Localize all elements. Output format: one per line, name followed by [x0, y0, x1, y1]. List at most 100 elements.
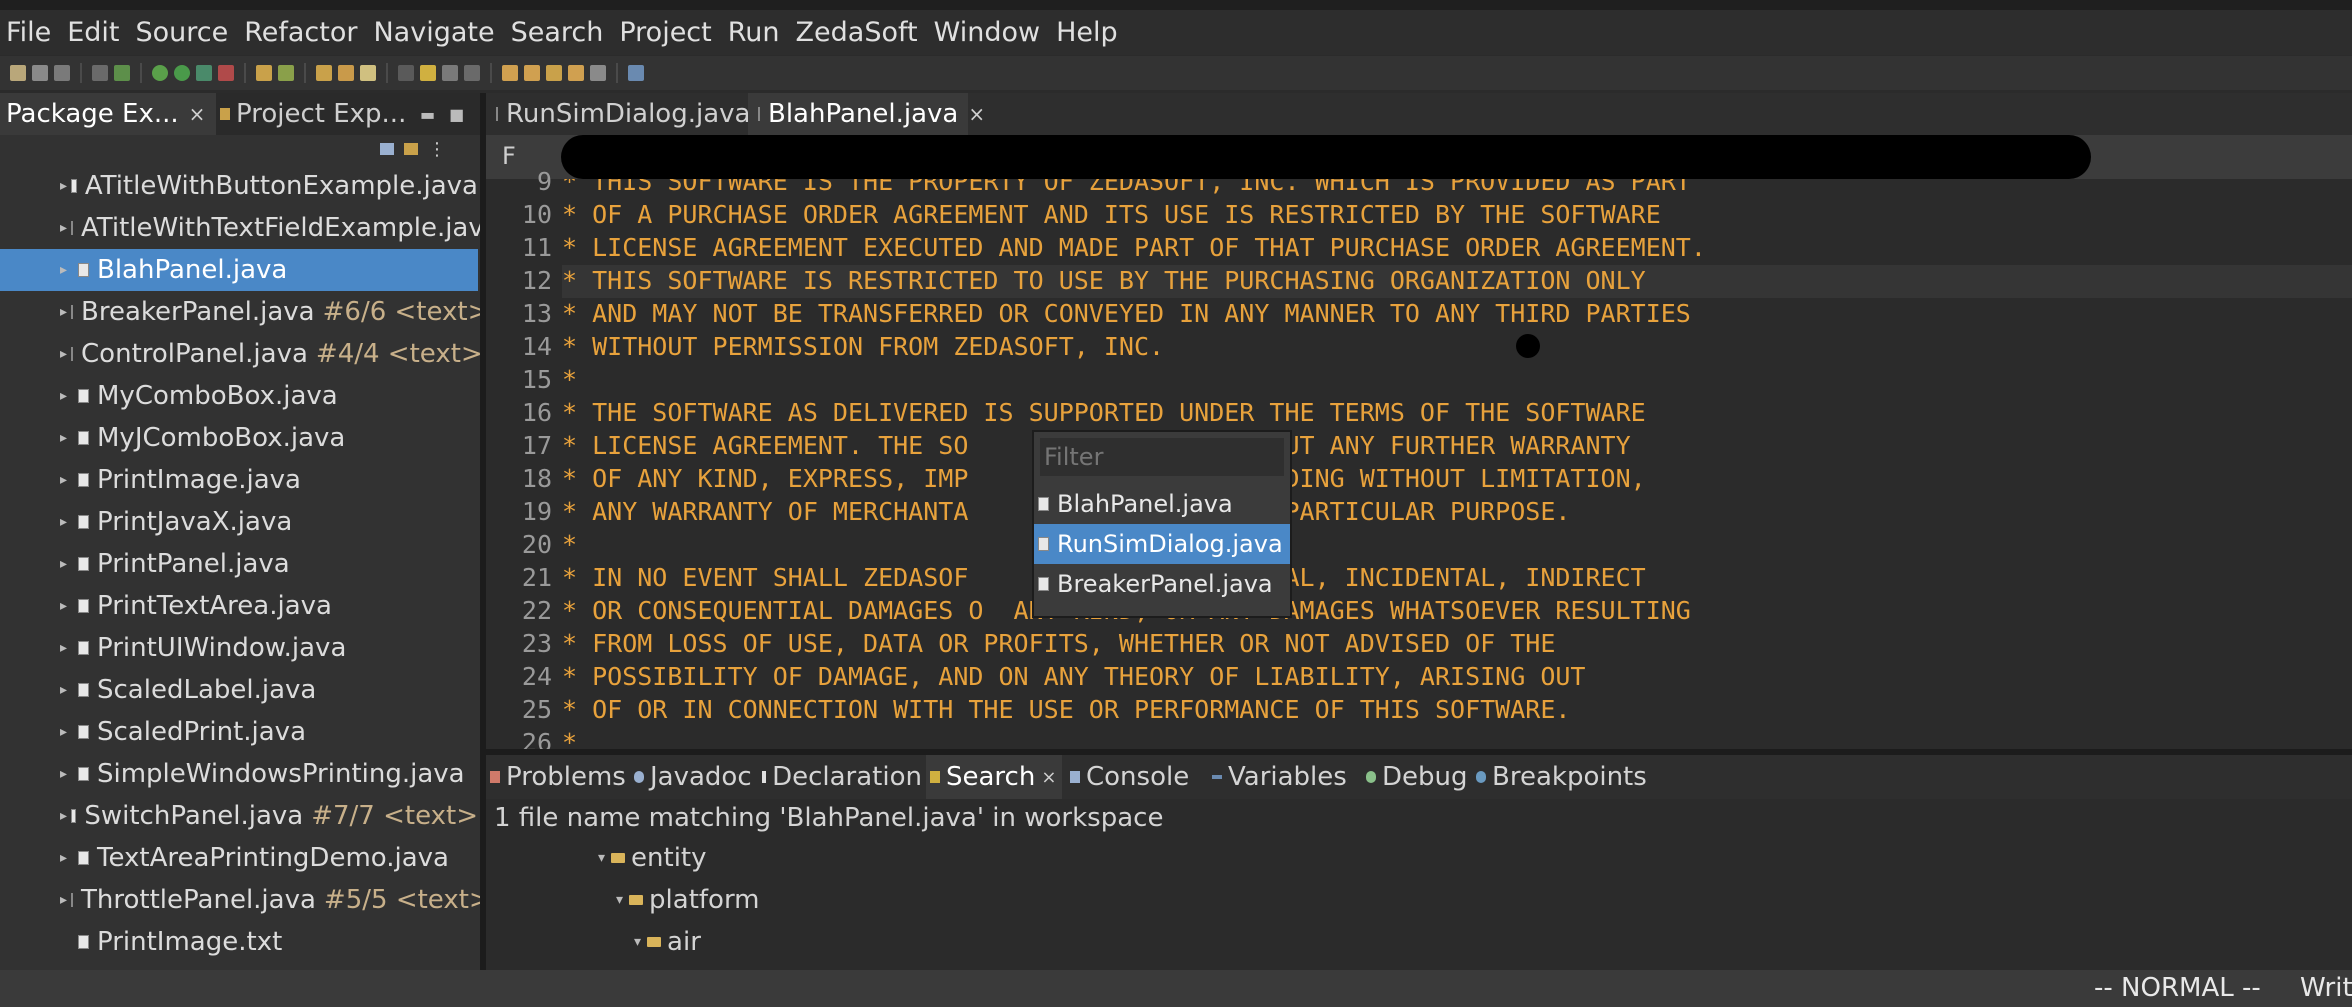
- tree-item[interactable]: ▸ ScaledPrint.java: [0, 711, 478, 753]
- tree-item[interactable]: ▸ PrintPanel.java: [0, 543, 478, 585]
- chevron-right-icon[interactable]: ▸: [60, 178, 67, 194]
- collapse-all-icon[interactable]: [380, 143, 394, 155]
- open-perspective-icon[interactable]: [628, 65, 644, 81]
- menu-file[interactable]: File: [6, 17, 51, 48]
- chevron-right-icon[interactable]: ▸: [60, 766, 74, 782]
- menu-search[interactable]: Search: [511, 17, 604, 48]
- breadcrumb-text[interactable]: F: [502, 142, 516, 170]
- tab-javadoc[interactable]: Javadoc: [634, 755, 758, 799]
- previous-annotation-icon[interactable]: [524, 65, 540, 81]
- tree-item[interactable]: ▸ PrintTextArea.java: [0, 585, 478, 627]
- last-edit-icon[interactable]: [546, 65, 562, 81]
- chevron-right-icon[interactable]: ▸: [60, 892, 67, 908]
- chevron-down-icon[interactable]: ▾: [616, 892, 623, 908]
- menu-source[interactable]: Source: [135, 17, 228, 48]
- chevron-right-icon[interactable]: ▸: [60, 220, 67, 236]
- debug-run-icon[interactable]: [152, 65, 168, 81]
- filter-input[interactable]: [1040, 438, 1284, 476]
- tree-item[interactable]: ▸ PrintImage.java: [0, 459, 478, 501]
- skip-breakpoints-icon[interactable]: [92, 65, 108, 81]
- tree-item[interactable]: ▸ MyComboBox.java: [0, 375, 478, 417]
- tab-blahpanel[interactable]: BlahPanel.java ×: [748, 93, 985, 135]
- menu-help[interactable]: Help: [1056, 17, 1118, 48]
- search-toolbar-icon[interactable]: [360, 65, 376, 81]
- code-editor[interactable]: * THIS SOFTWARE IS THE PROPERTY OF ZEDAS…: [562, 179, 2352, 749]
- link-with-editor-icon[interactable]: [404, 143, 418, 155]
- toggle-mark-icon[interactable]: [114, 65, 130, 81]
- tree-item[interactable]: ▸ PrintUIWindow.java: [0, 627, 478, 669]
- external-tools-icon[interactable]: [218, 65, 234, 81]
- open-task-icon[interactable]: [338, 65, 354, 81]
- highlight-icon[interactable]: [420, 65, 436, 81]
- tree-item[interactable]: ▸ ThrottlePanel.java #5/5 <text>: [0, 879, 480, 921]
- block-selection-icon[interactable]: [442, 65, 458, 81]
- tab-search[interactable]: Search ×: [926, 755, 1062, 799]
- minimize-icon[interactable]: ▬: [420, 105, 435, 124]
- menu-navigate[interactable]: Navigate: [373, 17, 494, 48]
- new-icon[interactable]: [10, 65, 26, 81]
- toggle-annotations-icon[interactable]: [398, 65, 414, 81]
- chevron-right-icon[interactable]: ▸: [60, 640, 74, 656]
- menu-window[interactable]: Window: [934, 17, 1040, 48]
- tree-item[interactable]: ▸ MyJComboBox.java: [0, 417, 478, 459]
- close-icon[interactable]: ×: [968, 102, 985, 126]
- tree-item[interactable]: ▸ ATitleWithButtonExample.java: [0, 165, 478, 207]
- chevron-right-icon[interactable]: ▸: [60, 514, 74, 530]
- menu-run[interactable]: Run: [728, 17, 780, 48]
- tab-debug[interactable]: Debug: [1366, 755, 1472, 799]
- tab-package-explorer[interactable]: Package Ex... ×: [0, 93, 216, 135]
- tree-folder-platform[interactable]: ▾ platform: [616, 879, 760, 921]
- chevron-right-icon[interactable]: ▸: [60, 346, 67, 362]
- tab-breakpoints[interactable]: Breakpoints: [1476, 755, 1656, 799]
- chevron-right-icon[interactable]: ▸: [60, 808, 67, 824]
- tree-item[interactable]: ▸ PrintJavaX.java: [0, 501, 478, 543]
- popup-item-selected[interactable]: RunSimDialog.java: [1034, 524, 1290, 564]
- save-all-icon[interactable]: [54, 65, 70, 81]
- chevron-right-icon[interactable]: ▸: [60, 556, 74, 572]
- menu-zedasoft[interactable]: ZedaSoft: [796, 17, 918, 48]
- maximize-icon[interactable]: ■: [449, 105, 464, 124]
- menu-refactor[interactable]: Refactor: [244, 17, 357, 48]
- chevron-right-icon[interactable]: ▸: [60, 598, 74, 614]
- chevron-right-icon[interactable]: ▸: [60, 388, 74, 404]
- chevron-right-icon[interactable]: ▸: [60, 430, 74, 446]
- run-icon[interactable]: [174, 65, 190, 81]
- tab-console[interactable]: Console: [1066, 755, 1208, 799]
- tree-folder-entity[interactable]: ▾ entity: [598, 837, 707, 879]
- tree-item[interactable]: ▸ SimpleWindowsPrinting.java: [0, 753, 478, 795]
- tree-item[interactable]: PrintImage.txt: [0, 921, 478, 963]
- new-class-icon[interactable]: [278, 65, 294, 81]
- tab-runsimdialog[interactable]: RunSimDialog.java: [486, 93, 750, 135]
- tab-variables[interactable]: Variables: [1212, 755, 1362, 799]
- tab-problems[interactable]: Problems: [486, 755, 630, 799]
- tree-item[interactable]: ▸ ATitleWithTextFieldExample.java: [0, 207, 480, 249]
- close-icon[interactable]: ×: [1041, 767, 1056, 788]
- open-type-icon[interactable]: [316, 65, 332, 81]
- chevron-right-icon[interactable]: ▸: [60, 304, 67, 320]
- next-annotation-icon[interactable]: [502, 65, 518, 81]
- tree-item[interactable]: ▸ TextAreaPrintingDemo.java: [0, 837, 478, 879]
- tree-item[interactable]: ▸ ControlPanel.java #4/4 <text>: [0, 333, 480, 375]
- chevron-right-icon[interactable]: ▸: [60, 850, 74, 866]
- show-whitespace-icon[interactable]: [464, 65, 480, 81]
- close-icon[interactable]: ×: [189, 102, 206, 126]
- tree-item[interactable]: ▸ BlahPanel.java: [0, 249, 478, 291]
- view-menu-icon[interactable]: ⋮: [428, 139, 446, 160]
- save-icon[interactable]: [32, 65, 48, 81]
- chevron-right-icon[interactable]: ▸: [60, 682, 74, 698]
- tree-item[interactable]: PrintText.java.txt: [0, 963, 478, 970]
- tab-project-explorer[interactable]: Project Exp...: [216, 93, 416, 135]
- tab-declaration[interactable]: Declaration: [762, 755, 922, 799]
- coverage-icon[interactable]: [196, 65, 212, 81]
- tree-item[interactable]: ▸ ScaledLabel.java: [0, 669, 478, 711]
- chevron-right-icon[interactable]: ▸: [60, 472, 74, 488]
- tree-folder-air[interactable]: ▾ air: [634, 921, 701, 963]
- chevron-right-icon[interactable]: ▸: [60, 724, 74, 740]
- chevron-down-icon[interactable]: ▾: [634, 934, 641, 950]
- popup-item[interactable]: BreakerPanel.java: [1034, 564, 1290, 604]
- menu-project[interactable]: Project: [619, 17, 711, 48]
- tree-item[interactable]: ▸ BreakerPanel.java #6/6 <text>: [0, 291, 480, 333]
- tree-item[interactable]: ▸ SwitchPanel.java #7/7 <text>: [0, 795, 478, 837]
- new-java-project-icon[interactable]: [256, 65, 272, 81]
- chevron-down-icon[interactable]: ▾: [598, 850, 605, 866]
